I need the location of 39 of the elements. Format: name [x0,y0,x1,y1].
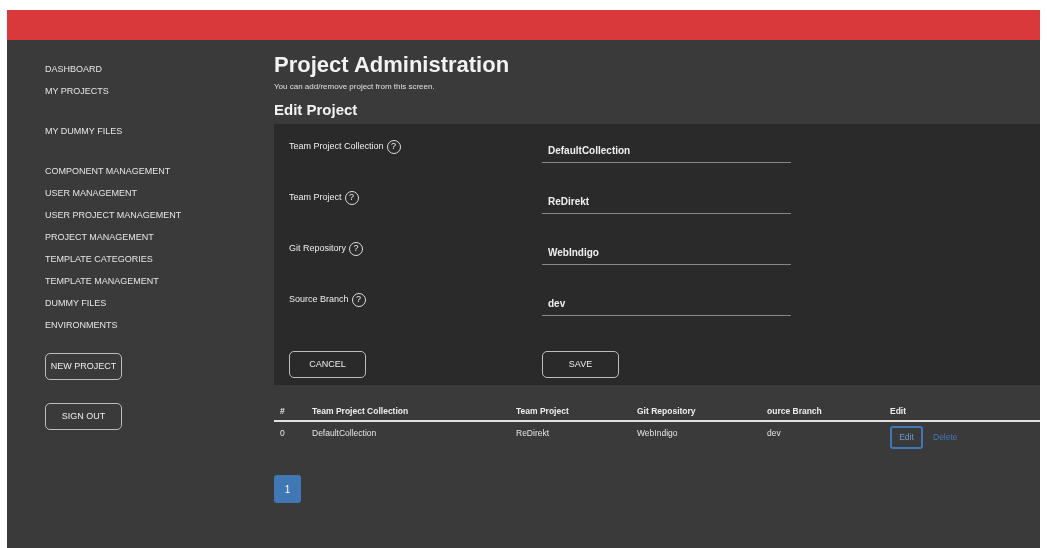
section-title: Edit Project [274,101,359,119]
table-cell-text: 0 [280,426,286,440]
sidebar-item[interactable]: MY PROJECTS [45,80,109,102]
field-label: Team Project Collection [289,140,384,154]
sidebar-item[interactable]: COMPONENT MANAGEMENT [45,160,171,182]
sidebar-item[interactable]: TEMPLATE MANAGEMENT [45,270,159,292]
column-header: Team Project Collection [312,404,410,418]
column-header: Git Repository [637,404,697,418]
sidebar-item[interactable]: TEMPLATE CATEGORIES [45,248,153,270]
column-header: Team Project [516,404,570,418]
field-label: Source Branch [289,293,349,307]
table-cell-text: DefaultCollection [312,426,378,440]
input-field[interactable]: ReDirekt [542,190,791,214]
sidebar-item[interactable]: PROJECT MANAGEMENT [45,226,154,248]
page-button[interactable]: 1 [274,475,301,503]
sidebar-item[interactable]: USER MANAGEMENT [45,182,137,204]
page-subtitle: You can add/remove project from this screen. [274,81,436,93]
column-header: Edit [890,404,908,418]
sidebar-button[interactable]: SIGN OUT [45,403,122,430]
input-field[interactable]: WebIndigo [542,241,791,265]
field-label: Git Repository [289,242,347,256]
sidebar-item[interactable]: DUMMY FILES [45,292,107,314]
page-title: Project Administration [274,52,511,78]
input-field[interactable]: DefaultCollection [542,139,791,163]
field-label: Team Project [289,191,342,205]
table-cell-text: dev [767,426,782,440]
edit-button[interactable]: Edit [890,425,923,449]
sidebar-item[interactable]: DASHBOARD [45,58,102,80]
sidebar-item[interactable]: USER PROJECT MANAGEMENT [45,204,182,226]
table-cell-text: WebIndigo [637,426,679,440]
form-button[interactable]: SAVE [542,351,619,378]
column-header: ource Branch [767,404,823,418]
sidebar-item[interactable]: ENVIRONMENTS [45,314,118,336]
table-cell-text: ReDirekt [516,426,551,440]
column-header: # [280,404,286,418]
sidebar-button[interactable]: NEW PROJECT [45,353,122,380]
input-field[interactable]: dev [542,292,791,316]
sidebar-item[interactable]: MY DUMMY FILES [45,120,123,142]
form-button[interactable]: CANCEL [289,351,366,378]
